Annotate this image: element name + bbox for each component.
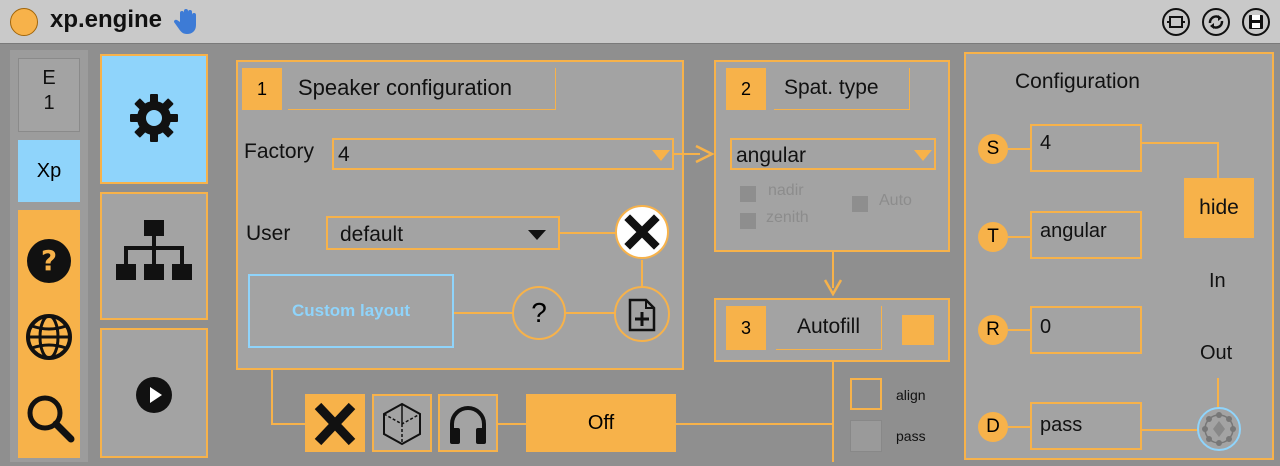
connector	[1008, 426, 1030, 428]
auto-checkbox[interactable]	[852, 196, 868, 212]
connector	[1142, 142, 1218, 144]
step-badge-2: 2	[726, 68, 766, 110]
connector	[1008, 329, 1030, 331]
svg-text:?: ?	[41, 244, 57, 277]
autofill-title: Autofill	[776, 306, 882, 350]
row-letter-t: T	[978, 222, 1008, 252]
d-value[interactable]: pass	[1030, 402, 1142, 450]
save-icon[interactable]	[1242, 8, 1270, 36]
user-label: User	[246, 222, 291, 245]
hierarchy-icon	[116, 220, 192, 280]
connector	[1008, 236, 1030, 238]
user-value: default	[340, 223, 404, 246]
add-layout-button[interactable]	[614, 286, 670, 342]
headphones-icon	[450, 406, 486, 444]
delete-user-button[interactable]	[614, 204, 670, 260]
help-icon[interactable]: ?	[24, 236, 74, 286]
connector	[560, 232, 616, 234]
refresh-icon[interactable]	[1202, 8, 1230, 36]
engine-number: 1	[43, 92, 55, 114]
binaural-button[interactable]	[438, 394, 498, 452]
arrow-right-icon	[695, 144, 714, 164]
connector	[271, 423, 307, 425]
off-button[interactable]: Off	[526, 394, 676, 452]
connector	[676, 423, 834, 425]
zenith-checkbox[interactable]	[740, 213, 756, 229]
factory-dropdown[interactable]: 4	[332, 138, 674, 170]
step-badge-1: 1	[242, 68, 282, 110]
chevron-down-icon	[914, 150, 932, 161]
chevron-down-icon	[528, 230, 546, 240]
connector	[1142, 429, 1198, 431]
connector	[641, 260, 643, 286]
connector	[832, 362, 834, 462]
configuration-title: Configuration	[1015, 70, 1140, 93]
close-icon	[615, 205, 669, 259]
connector	[566, 312, 616, 314]
gear-icon	[130, 94, 178, 142]
speaker-config-title: Speaker configuration	[288, 68, 556, 110]
connector	[498, 423, 526, 425]
settings-tab[interactable]	[100, 54, 208, 184]
add-file-icon	[628, 298, 656, 332]
row-letter-r: R	[978, 315, 1008, 345]
globe-icon[interactable]	[24, 312, 74, 362]
engine-selector[interactable]: E 1	[18, 58, 80, 132]
row-letter-d: D	[978, 412, 1008, 442]
custom-layout-button[interactable]: Custom layout	[248, 274, 454, 348]
search-icon[interactable]	[24, 392, 76, 444]
autofill-toggle[interactable]	[902, 315, 934, 345]
hand-icon	[172, 6, 202, 36]
chevron-down-icon	[652, 150, 670, 161]
power-toggle[interactable]	[10, 8, 38, 36]
hierarchy-tab[interactable]	[100, 192, 208, 320]
spatializer-node[interactable]	[1197, 407, 1241, 451]
speaker-array-icon	[1202, 412, 1236, 446]
pass-checkbox[interactable]	[850, 420, 882, 452]
layout-help-button[interactable]: ?	[512, 286, 566, 340]
connector	[1217, 378, 1219, 408]
xp-button[interactable]: Xp	[18, 140, 80, 202]
spat-type-dropdown[interactable]: angular	[730, 138, 936, 170]
connector	[1008, 148, 1030, 150]
align-checkbox[interactable]	[850, 378, 882, 410]
connector	[454, 312, 512, 314]
auto-label: Auto	[879, 192, 912, 209]
s-value[interactable]: 4	[1030, 124, 1142, 172]
nadir-label: nadir	[768, 182, 804, 199]
factory-value: 4	[338, 143, 350, 166]
nadir-checkbox[interactable]	[740, 186, 756, 202]
engine-label: E	[42, 67, 56, 89]
freeze-icon[interactable]	[1162, 8, 1190, 36]
3d-view-button[interactable]	[372, 394, 432, 452]
play-tab[interactable]	[100, 328, 208, 458]
close-icon	[314, 402, 356, 446]
in-label: In	[1209, 270, 1226, 292]
cube-icon	[383, 402, 421, 446]
zenith-label: zenith	[766, 209, 809, 226]
out-label: Out	[1200, 342, 1233, 364]
spat-type-title: Spat. type	[774, 68, 910, 110]
spat-type-value: angular	[736, 144, 807, 167]
clear-button[interactable]	[305, 394, 365, 452]
connector	[1217, 142, 1219, 178]
user-dropdown[interactable]: default	[326, 216, 560, 250]
pass-label: pass	[896, 428, 926, 444]
step-badge-3: 3	[726, 306, 766, 350]
play-icon	[136, 377, 172, 413]
factory-label: Factory	[244, 140, 315, 163]
t-value[interactable]: angular	[1030, 211, 1142, 259]
app-title: xp.engine	[50, 6, 163, 33]
r-value[interactable]: 0	[1030, 306, 1142, 354]
hide-button[interactable]: hide	[1184, 178, 1254, 238]
row-letter-s: S	[978, 134, 1008, 164]
arrow-down-icon	[823, 279, 843, 296]
align-label: align	[896, 387, 926, 403]
connector	[271, 370, 273, 424]
